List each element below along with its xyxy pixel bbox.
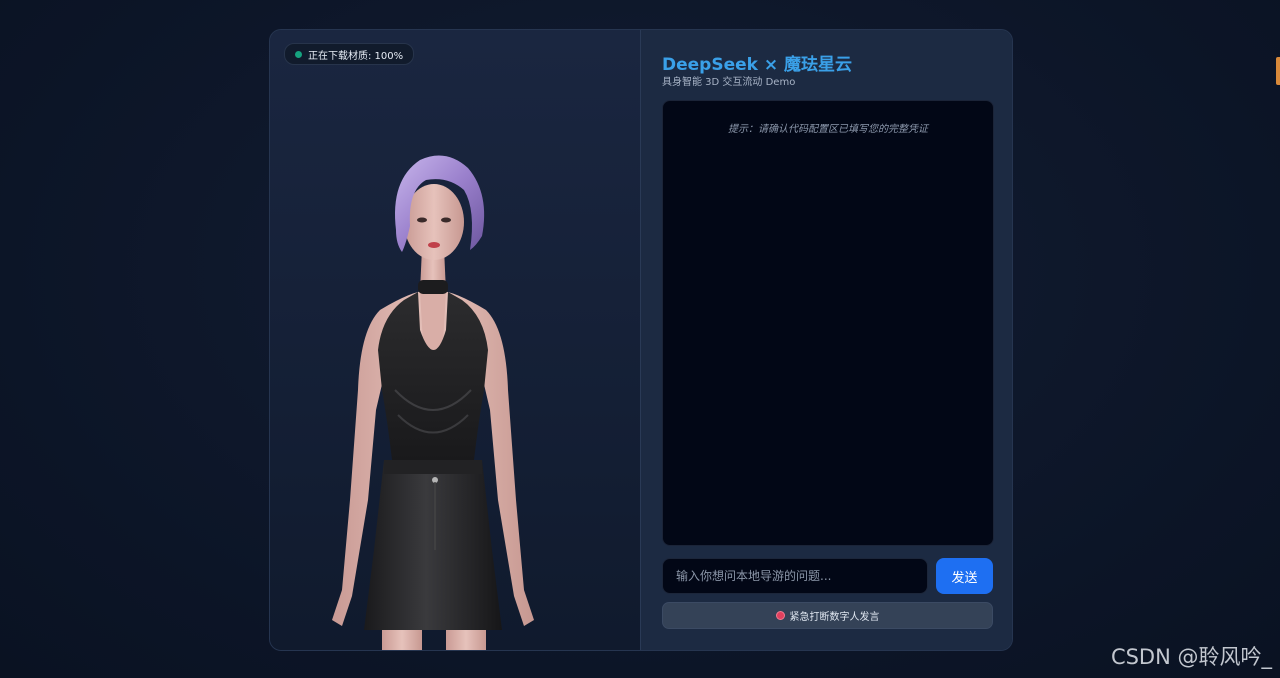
status-dot-icon: [295, 50, 302, 58]
interrupt-label: 紧急打断数字人发言: [789, 612, 880, 623]
avatar-panel: 正在下载材质: 100%: [270, 30, 641, 650]
send-button[interactable]: 发送: [936, 558, 993, 594]
app-card: 正在下载材质: 100% DeepSeek × 魔珐星云 具身智能 3D 交互流…: [269, 29, 1013, 651]
digital-human-figure: [332, 155, 534, 650]
side-edge-tab[interactable]: [1276, 57, 1280, 85]
title-partner: 魔珐星云: [784, 55, 853, 75]
page-subtitle: 具身智能 3D 交互流动 Demo: [662, 77, 796, 88]
chat-history[interactable]: 提示：请确认代码配置区已填写您的完整凭证: [662, 100, 994, 546]
title-separator: ×: [763, 55, 779, 75]
watermark: CSDN @聆风吟_: [1110, 645, 1272, 669]
message-input[interactable]: [662, 558, 928, 594]
load-status-text: 正在下载材质: 100%: [308, 50, 404, 62]
config-hint: 提示：请确认代码配置区已填写您的完整凭证: [728, 124, 928, 135]
chat-panel: DeepSeek × 魔珐星云 具身智能 3D 交互流动 Demo 提示：请确认…: [641, 30, 1012, 650]
page-title: DeepSeek × 魔珐星云: [662, 50, 852, 75]
load-status-badge: 正在下载材质: 100%: [284, 43, 415, 65]
stop-dot-icon: [775, 611, 785, 620]
interrupt-button[interactable]: 紧急打断数字人发言: [662, 602, 993, 629]
title-brand: DeepSeek: [662, 55, 758, 75]
page: 正在下载材质: 100% DeepSeek × 魔珐星云 具身智能 3D 交互流…: [0, 0, 1280, 678]
